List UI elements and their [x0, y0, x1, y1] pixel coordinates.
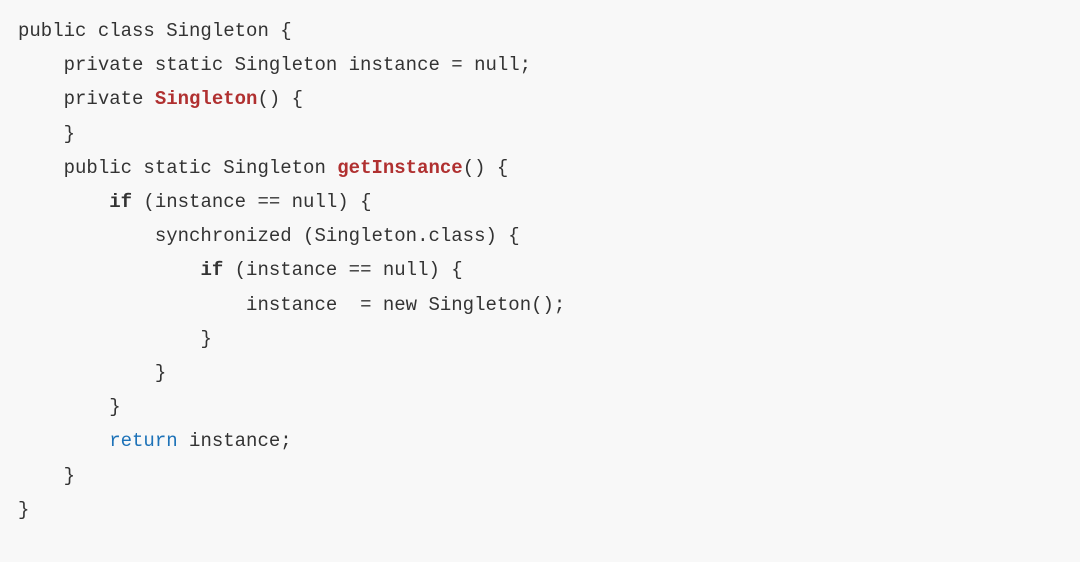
method-name: getInstance: [337, 157, 462, 179]
indent: [18, 465, 64, 487]
code-block: public class Singleton { private static …: [0, 0, 1080, 541]
code-line-3a: private: [64, 88, 155, 110]
constructor-name: Singleton: [155, 88, 258, 110]
code-line-14: }: [64, 465, 75, 487]
indent: [18, 396, 109, 418]
indent: [18, 328, 200, 350]
indent: [18, 259, 200, 281]
keyword-return: return: [109, 430, 177, 452]
indent: [18, 362, 155, 384]
keyword-if: if: [109, 191, 132, 213]
indent: [18, 191, 109, 213]
code-line-4: }: [64, 123, 75, 145]
code-line-5b: () {: [463, 157, 509, 179]
code-line-12: }: [109, 396, 120, 418]
code-line-3b: () {: [257, 88, 303, 110]
code-line-6: (instance == null) {: [132, 191, 371, 213]
code-line-5a: public static Singleton: [64, 157, 338, 179]
code-line-2: private static Singleton instance = null…: [64, 54, 531, 76]
code-line-9: instance = new Singleton();: [246, 294, 565, 316]
indent: [18, 54, 64, 76]
indent: [18, 294, 246, 316]
indent: [18, 430, 109, 452]
indent: [18, 157, 64, 179]
code-line-11: }: [155, 362, 166, 384]
code-line-13: instance;: [178, 430, 292, 452]
code-line-1: public class Singleton {: [18, 20, 292, 42]
code-line-7: synchronized (Singleton.class) {: [155, 225, 520, 247]
code-line-8: (instance == null) {: [223, 259, 462, 281]
code-line-10: }: [200, 328, 211, 350]
indent: [18, 225, 155, 247]
indent: [18, 123, 64, 145]
indent: [18, 88, 64, 110]
keyword-if: if: [200, 259, 223, 281]
code-line-15: }: [18, 499, 29, 521]
